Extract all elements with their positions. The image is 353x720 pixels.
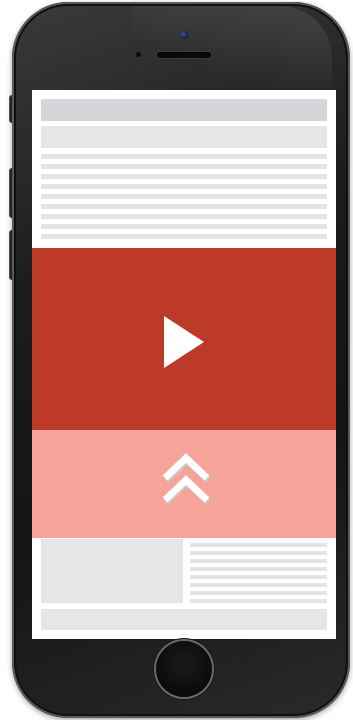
- proximity-sensor: [136, 52, 141, 57]
- expand-bar[interactable]: [32, 430, 336, 538]
- earpiece-speaker: [157, 52, 211, 58]
- placeholder-text-line: [190, 583, 327, 587]
- placeholder-text-line: [41, 174, 327, 179]
- placeholder-title: [41, 99, 327, 121]
- placeholder-text-line: [41, 224, 327, 229]
- home-button[interactable]: [156, 641, 212, 697]
- video-ad-banner[interactable]: [32, 248, 336, 430]
- placeholder-text-line: [41, 214, 327, 219]
- placeholder-footer: [41, 609, 327, 630]
- phone-screen: [32, 90, 336, 639]
- double-chevron-up-icon[interactable]: [159, 452, 213, 506]
- placeholder-text-line: [190, 543, 327, 547]
- placeholder-text-line: [41, 184, 327, 189]
- placeholder-text-line: [190, 559, 327, 563]
- placeholder-text-line: [190, 551, 327, 555]
- placeholder-block: [41, 126, 327, 148]
- placeholder-text-line: [41, 194, 327, 199]
- placeholder-text-line: [41, 204, 327, 209]
- device-mockup: [0, 0, 353, 720]
- placeholder-text-line: [41, 154, 327, 159]
- front-camera-icon: [180, 31, 188, 39]
- placeholder-text-line: [190, 575, 327, 579]
- placeholder-text-line: [190, 599, 327, 603]
- placeholder-text-line: [190, 591, 327, 595]
- placeholder-text-line: [41, 164, 327, 169]
- placeholder-image: [41, 539, 183, 603]
- placeholder-text-line: [41, 234, 327, 239]
- placeholder-text-line: [190, 567, 327, 571]
- play-icon[interactable]: [162, 314, 206, 370]
